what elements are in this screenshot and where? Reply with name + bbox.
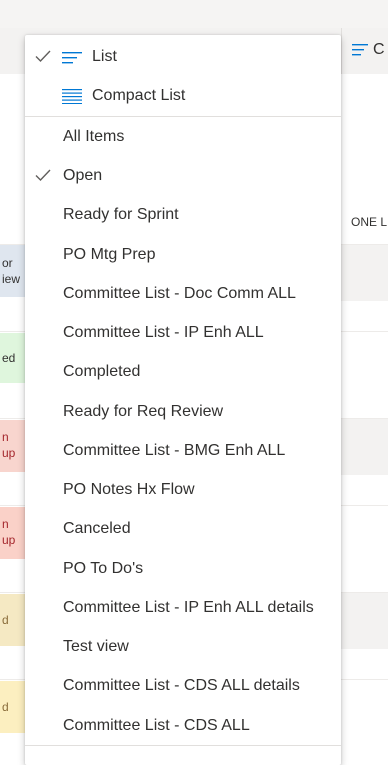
status-pill: d — [0, 681, 26, 733]
status-pill-line: ed — [2, 351, 16, 365]
status-pill: or iew — [0, 245, 26, 297]
view-options-menu: List Compact List All Items Open Ready f… — [25, 35, 341, 765]
checkmark-icon — [35, 169, 51, 182]
column-header-label: C — [373, 41, 385, 58]
menu-item-label: List — [92, 47, 117, 65]
status-pill: n up — [0, 420, 26, 472]
view-item-committee-ip-enh-all-details[interactable]: Committee List - IP Enh ALL details — [25, 588, 341, 627]
list-icon — [62, 51, 82, 63]
menu-item-label: Test view — [63, 637, 129, 655]
status-pill-line: n — [2, 517, 9, 531]
view-item-open[interactable]: Open — [25, 156, 341, 195]
status-pill-line: or — [2, 256, 13, 270]
status-pill-line: d — [2, 700, 9, 714]
view-item-po-to-dos[interactable]: PO To Do's — [25, 549, 341, 588]
menu-item-label: Committee List - Doc Comm ALL — [63, 284, 296, 302]
menu-item-label: Compact List — [92, 86, 186, 104]
view-item-test-view[interactable]: Test view — [25, 627, 341, 666]
view-item-po-mtg-prep[interactable]: PO Mtg Prep — [25, 235, 341, 274]
menu-item-label: Ready for Sprint — [63, 205, 179, 223]
status-pill: d — [0, 594, 26, 646]
view-item-ready-for-sprint[interactable]: Ready for Sprint — [25, 195, 341, 234]
menu-item-label: PO To Do's — [63, 559, 144, 577]
compact-list-icon — [62, 88, 82, 104]
menu-item-label: PO Notes Hx Flow — [63, 480, 195, 498]
view-item-committee-cds-all-details[interactable]: Committee List - CDS ALL details — [25, 666, 341, 705]
menu-item-label: Committee List - IP Enh ALL — [63, 323, 264, 341]
status-pill: n up — [0, 507, 26, 559]
menu-item-label: Completed — [63, 362, 141, 380]
top-bar — [0, 0, 388, 28]
row-band — [341, 593, 388, 649]
view-item-committee-bmg-enh-all[interactable]: Committee List - BMG Enh ALL — [25, 431, 341, 470]
menu-item-compact-list[interactable]: Compact List — [25, 76, 341, 115]
status-pill-line: up — [2, 533, 16, 547]
menu-item-label: PO Mtg Prep — [63, 245, 156, 263]
column-subheader: ONE L — [351, 215, 388, 229]
view-item-completed[interactable]: Completed — [25, 352, 341, 391]
status-pill-line: n — [2, 430, 9, 444]
view-item-po-notes-hx-flow[interactable]: PO Notes Hx Flow — [25, 470, 341, 509]
menu-item-label: Committee List - CDS ALL — [63, 716, 250, 734]
menu-item-label: Committee List - CDS ALL details — [63, 676, 300, 694]
menu-item-list[interactable]: List — [25, 37, 341, 76]
status-pill-line: d — [2, 613, 9, 627]
column-header[interactable]: C — [341, 28, 388, 74]
status-pill-line: iew — [2, 272, 21, 286]
menu-item-label: Canceled — [63, 519, 131, 537]
menu-divider — [25, 745, 341, 746]
row-band — [341, 245, 388, 301]
menu-item-label: All Items — [63, 127, 125, 145]
menu-item-label: Ready for Req Review — [63, 402, 224, 420]
view-item-canceled[interactable]: Canceled — [25, 509, 341, 548]
status-pill-line: up — [2, 446, 16, 460]
menu-item-label: Committee List - BMG Enh ALL — [63, 441, 286, 459]
menu-item-label: Committee List - IP Enh ALL details — [63, 598, 314, 616]
view-item-all-items[interactable]: All Items — [25, 117, 341, 156]
status-pill: ed — [0, 333, 26, 383]
view-item-committee-cds-all[interactable]: Committee List - CDS ALL — [25, 706, 341, 745]
view-item-committee-doc-comm-all[interactable]: Committee List - Doc Comm ALL — [25, 274, 341, 313]
view-item-committee-ip-enh-all[interactable]: Committee List - IP Enh ALL — [25, 313, 341, 352]
checkmark-icon — [35, 50, 51, 63]
view-item-ready-for-req-review[interactable]: Ready for Req Review — [25, 392, 341, 431]
menu-item-label: Open — [63, 166, 103, 184]
list-lines-icon — [352, 44, 368, 56]
row-band — [341, 419, 388, 475]
